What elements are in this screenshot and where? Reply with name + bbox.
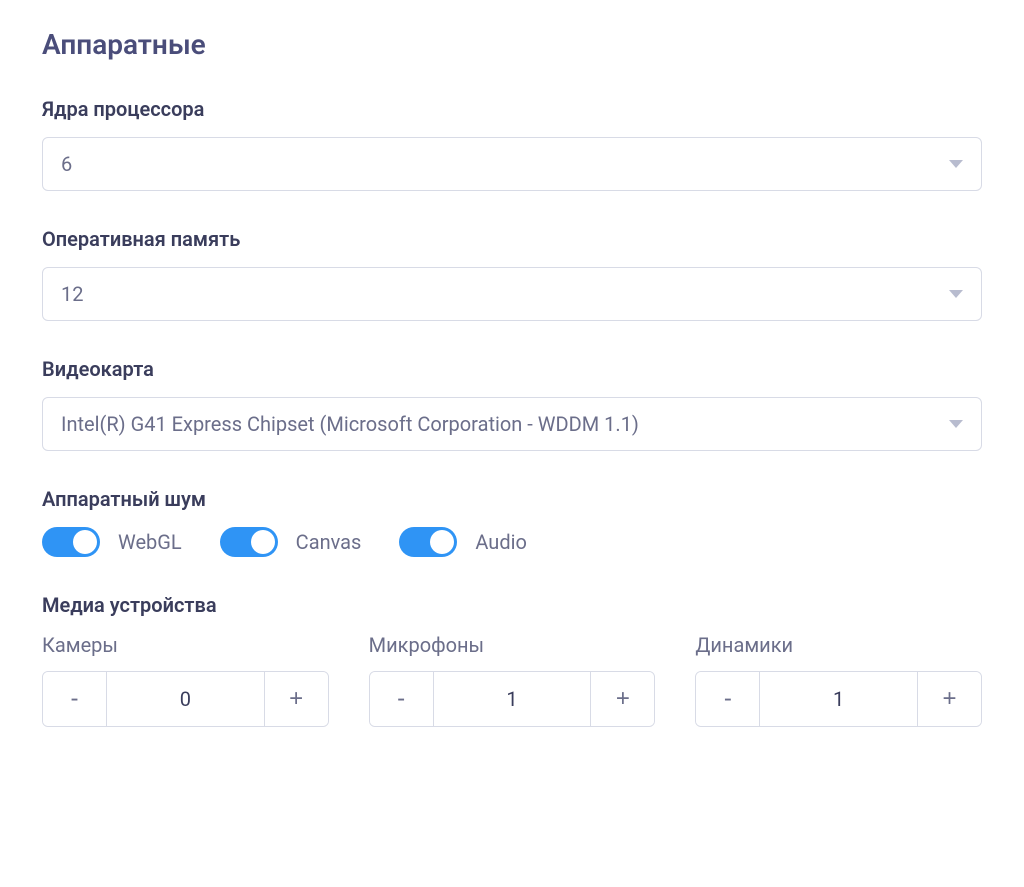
- cameras-decrement-button[interactable]: -: [43, 672, 107, 726]
- canvas-toggle[interactable]: [220, 527, 278, 557]
- chevron-down-icon: [949, 160, 963, 168]
- gpu-value: Intel(R) G41 Express Chipset (Microsoft …: [61, 412, 639, 436]
- cameras-label: Камеры: [42, 633, 329, 657]
- canvas-toggle-item: Canvas: [220, 527, 362, 557]
- section-title: Аппаратные: [42, 28, 982, 61]
- ram-select[interactable]: 12: [42, 267, 982, 321]
- webgl-toggle-item: WebGL: [42, 527, 182, 557]
- speakers-stepper: - 1 +: [695, 671, 982, 727]
- microphones-decrement-button[interactable]: -: [370, 672, 434, 726]
- cpu-cores-value: 6: [61, 152, 72, 176]
- hardware-noise-field: Аппаратный шум WebGL Canvas Audio: [42, 487, 982, 557]
- toggle-knob-icon: [73, 530, 97, 554]
- audio-toggle-item: Audio: [399, 527, 527, 557]
- gpu-field: Видеокарта Intel(R) G41 Express Chipset …: [42, 357, 982, 451]
- ram-value: 12: [61, 282, 83, 306]
- webgl-toggle-label: WebGL: [118, 530, 182, 554]
- hardware-noise-label: Аппаратный шум: [42, 487, 982, 511]
- cpu-cores-label: Ядра процессора: [42, 97, 982, 121]
- cameras-value: 0: [107, 672, 264, 726]
- ram-field: Оперативная память 12: [42, 227, 982, 321]
- cameras-stepper: - 0 +: [42, 671, 329, 727]
- webgl-toggle[interactable]: [42, 527, 100, 557]
- media-devices-field: Медиа устройства Камеры - 0 + Микрофоны …: [42, 593, 982, 727]
- toggle-knob-icon: [251, 530, 275, 554]
- microphones-stepper: - 1 +: [369, 671, 656, 727]
- cpu-cores-select[interactable]: 6: [42, 137, 982, 191]
- microphones-label: Микрофоны: [369, 633, 656, 657]
- speakers-decrement-button[interactable]: -: [696, 672, 760, 726]
- audio-toggle[interactable]: [399, 527, 457, 557]
- gpu-label: Видеокарта: [42, 357, 982, 381]
- toggle-knob-icon: [430, 530, 454, 554]
- audio-toggle-label: Audio: [475, 530, 527, 554]
- microphones-value: 1: [434, 672, 591, 726]
- microphones-increment-button[interactable]: +: [590, 672, 654, 726]
- chevron-down-icon: [949, 420, 963, 428]
- ram-label: Оперативная память: [42, 227, 982, 251]
- hardware-noise-toggles: WebGL Canvas Audio: [42, 527, 982, 557]
- cameras-increment-button[interactable]: +: [264, 672, 328, 726]
- gpu-select[interactable]: Intel(R) G41 Express Chipset (Microsoft …: [42, 397, 982, 451]
- speakers-group: Динамики - 1 +: [695, 633, 982, 727]
- media-devices-grid: Камеры - 0 + Микрофоны - 1 + Динамики - …: [42, 633, 982, 727]
- canvas-toggle-label: Canvas: [296, 530, 362, 554]
- microphones-group: Микрофоны - 1 +: [369, 633, 656, 727]
- speakers-increment-button[interactable]: +: [917, 672, 981, 726]
- cameras-group: Камеры - 0 +: [42, 633, 329, 727]
- cpu-cores-field: Ядра процессора 6: [42, 97, 982, 191]
- chevron-down-icon: [949, 290, 963, 298]
- speakers-value: 1: [760, 672, 917, 726]
- speakers-label: Динамики: [695, 633, 982, 657]
- media-devices-label: Медиа устройства: [42, 593, 982, 617]
